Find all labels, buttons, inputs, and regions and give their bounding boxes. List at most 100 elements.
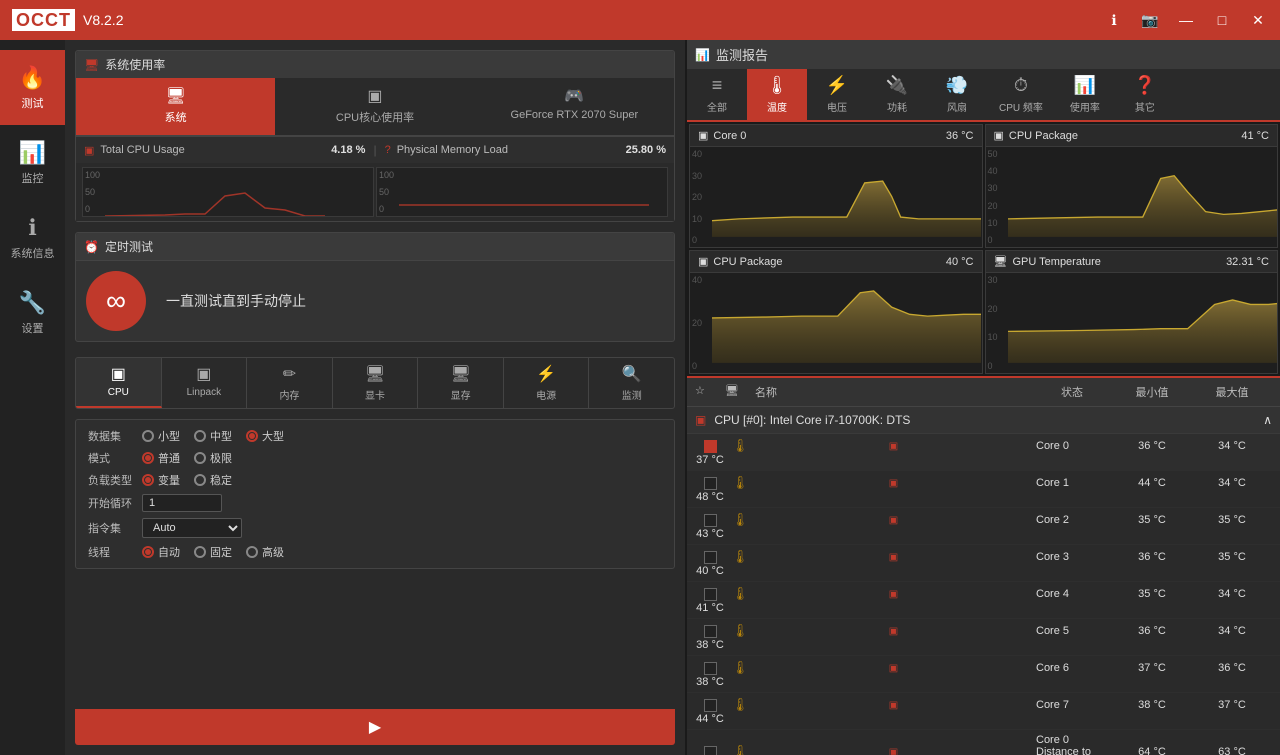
- thread-advanced-option[interactable]: 高级: [246, 544, 284, 560]
- chart-cpupkg-title: ▣ CPU Package: [994, 129, 1079, 142]
- cb-tjmax[interactable]: [704, 746, 717, 755]
- tab-vram[interactable]: 🖥 显存: [418, 358, 504, 408]
- cb-core5[interactable]: [704, 625, 717, 638]
- row-checkbox[interactable]: [695, 746, 725, 755]
- monitor-tab-temp-label: 温度: [767, 99, 787, 114]
- dataset-large-option[interactable]: 大型: [246, 428, 284, 444]
- close-button[interactable]: ✕: [1248, 12, 1268, 29]
- maximize-button[interactable]: □: [1212, 12, 1232, 28]
- cmd-select[interactable]: Auto: [142, 518, 242, 538]
- device-group-cpu: ▣ CPU [#0]: Intel Core i7-10700K: DTS ∧ …: [687, 407, 1280, 755]
- dataset-small-option[interactable]: 小型: [142, 428, 180, 444]
- tab-gpu-card[interactable]: 🖥 显卡: [333, 358, 419, 408]
- scheduled-header: ⏰ 定时测试: [76, 233, 674, 260]
- tab-gpu[interactable]: 🎮 GeForce RTX 2070 Super: [475, 78, 674, 135]
- cb-core0[interactable]: [704, 440, 717, 453]
- monitor-tab-temp[interactable]: 🌡 温度: [747, 69, 807, 120]
- start-test-button[interactable]: ▶: [75, 709, 675, 745]
- col-header-star: ☆: [695, 384, 725, 400]
- row-checkbox[interactable]: [695, 514, 725, 527]
- tab-cpu-cores[interactable]: ▣ CPU核心使用率: [275, 78, 474, 135]
- row-checkbox[interactable]: [695, 477, 725, 490]
- cpu-usage-label: Total CPU Usage: [100, 144, 184, 156]
- monitor-tab-icon: 🔍: [622, 364, 642, 384]
- thread-auto-option[interactable]: 自动: [142, 544, 180, 560]
- row-checkbox[interactable]: [695, 440, 725, 453]
- monitor-tab-all[interactable]: ≡ 全部: [687, 69, 747, 120]
- monitor-tab-fan[interactable]: 💨 风扇: [927, 69, 987, 120]
- cb-core2[interactable]: [704, 514, 717, 527]
- row-checkbox[interactable]: [695, 625, 725, 638]
- cb-core1[interactable]: [704, 477, 717, 490]
- table-row: 🌡 ▣ Core 6 37 °C 36 °C 38 °C: [687, 656, 1280, 693]
- sidebar-item-sysinfo[interactable]: ℹ 系统信息: [0, 200, 65, 275]
- row-type-icon: ▣: [755, 552, 1032, 563]
- thread-fixed-option[interactable]: 固定: [194, 544, 232, 560]
- mode-extreme-option[interactable]: 极限: [194, 450, 232, 466]
- cb-core3[interactable]: [704, 551, 717, 564]
- col-header-max: 最大值: [1192, 384, 1272, 400]
- tab-linpack[interactable]: ▣ Linpack: [162, 358, 248, 408]
- thread-auto-label: 自动: [158, 544, 180, 560]
- mode-normal-label: 普通: [158, 450, 180, 466]
- voltage-icon: ⚡: [826, 75, 848, 96]
- monitor-tab-usage[interactable]: 📊 使用率: [1055, 69, 1115, 120]
- gputemp-chart-body: 30 20 10 0: [986, 273, 1278, 373]
- row-name: Core 3: [1032, 551, 1112, 563]
- monitor-header: 📊 监测报告: [687, 40, 1280, 69]
- tab-memory[interactable]: ✏ 内存: [247, 358, 333, 408]
- load-stable-option[interactable]: 稳定: [194, 472, 232, 488]
- mode-normal-option[interactable]: 普通: [142, 450, 180, 466]
- cb-core4[interactable]: [704, 588, 717, 601]
- monitor-tab-power[interactable]: 🔌 功耗: [867, 69, 927, 120]
- row-checkbox[interactable]: [695, 699, 725, 712]
- row-state: 37 °C: [1112, 662, 1192, 674]
- row-name: Core 2: [1032, 514, 1112, 526]
- sidebar-item-settings[interactable]: 🔧 设置: [0, 275, 65, 350]
- load-variable-option[interactable]: 变量: [142, 472, 180, 488]
- data-table-area[interactable]: ☆ 🖥 名称 状态 最小值 最大值 ▣ CPU [#0]: Intel Core…: [687, 378, 1280, 755]
- monitor-tab-voltage[interactable]: ⚡ 电压: [807, 69, 867, 120]
- load-stable-radio: [194, 474, 206, 486]
- tab-cpu[interactable]: ▣ CPU: [76, 358, 162, 408]
- screenshot-button[interactable]: 📷: [1140, 12, 1160, 29]
- monitor-tab-fan-label: 风扇: [947, 99, 967, 114]
- row-checkbox[interactable]: [695, 662, 725, 675]
- cpupkg-y1: 10: [988, 218, 998, 228]
- logo-dcct: OCCT: [12, 9, 75, 31]
- chart-gputemp-title: 🖥 GPU Temperature: [994, 255, 1101, 268]
- dataset-medium-option[interactable]: 中型: [194, 428, 232, 444]
- clock-icon: ⏰: [84, 240, 99, 254]
- tab-monitor[interactable]: 🔍 监测: [589, 358, 674, 408]
- info-button[interactable]: ℹ: [1104, 12, 1124, 29]
- tab-power[interactable]: ⚡ 电源: [504, 358, 590, 408]
- monitor-tabs: ≡ 全部 🌡 温度 ⚡ 电压 🔌 功耗 💨 风扇: [687, 69, 1280, 122]
- scheduled-section: ⏰ 定时测试 ∞ 一直测试直到手动停止: [75, 232, 675, 342]
- gputemp-y-labels: 30 20 10 0: [988, 273, 998, 373]
- sidebar-item-monitor[interactable]: 📊 监控: [0, 125, 65, 200]
- row-checkbox[interactable]: [695, 588, 725, 601]
- device-group-header[interactable]: ▣ CPU [#0]: Intel Core i7-10700K: DTS ∧: [687, 407, 1280, 434]
- row-checkbox[interactable]: [695, 551, 725, 564]
- row-temp-icon: 🌡: [725, 438, 755, 454]
- cpu-chart-mid: 50: [85, 187, 100, 197]
- minimize-button[interactable]: —: [1176, 12, 1196, 28]
- cpupkg2-icon: ▣: [698, 255, 708, 268]
- mem-chart-labels: 100 50 0: [377, 168, 396, 216]
- cb-core6[interactable]: [704, 662, 717, 675]
- monitor-tab-other[interactable]: ❓ 其它: [1115, 69, 1175, 120]
- row-temp-icon: 🌡: [725, 475, 755, 491]
- row-name: Core 4: [1032, 588, 1112, 600]
- cycle-input[interactable]: [142, 494, 222, 512]
- core0-y-max: 40: [692, 149, 702, 159]
- cpupkg-y4: 40: [988, 166, 998, 176]
- tab-system[interactable]: 🖥 系统: [76, 78, 275, 135]
- sidebar-item-test[interactable]: 🔥 测试: [0, 50, 65, 125]
- load-variable-radio: [142, 474, 154, 486]
- monitor-tab-cpu-freq[interactable]: ⏱ CPU 频率: [987, 69, 1055, 120]
- gputemp-icon: 🖥: [994, 255, 1008, 268]
- infinity-button[interactable]: ∞: [86, 271, 146, 331]
- cb-core7[interactable]: [704, 699, 717, 712]
- usage-tab-icon: 📊: [1074, 75, 1096, 96]
- core0-label: Core 0: [713, 130, 746, 142]
